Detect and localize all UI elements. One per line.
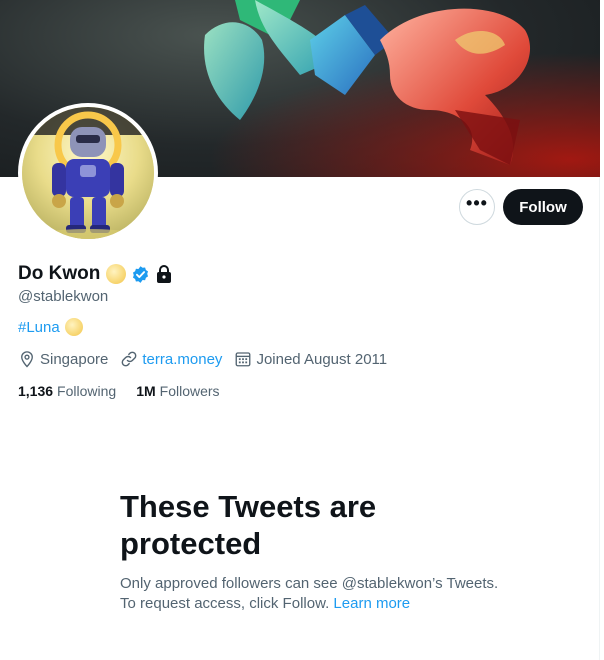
following-label: Following bbox=[57, 383, 117, 399]
more-options-label: ••• bbox=[466, 193, 488, 213]
joined-text: Joined August 2011 bbox=[256, 350, 388, 368]
verified-badge-icon[interactable] bbox=[131, 265, 150, 284]
protected-title: These Tweets are protected bbox=[120, 489, 377, 561]
location-pin-icon bbox=[21, 351, 33, 368]
profile-meta: Singapore terra.money Joined August 2011 bbox=[18, 350, 399, 368]
follow-button[interactable]: Follow bbox=[503, 189, 583, 225]
lock-icon bbox=[157, 265, 172, 283]
follow-stats: 1,136 Following 1M Followers bbox=[18, 383, 240, 399]
followers-count: 1M bbox=[136, 383, 156, 399]
display-name: Do Kwon bbox=[18, 263, 101, 284]
location-item: Singapore bbox=[18, 350, 108, 368]
name-row: Do Kwon bbox=[18, 262, 173, 286]
calendar-icon bbox=[236, 352, 251, 367]
bio: #Luna bbox=[18, 318, 83, 336]
avatar-robot-image bbox=[22, 107, 154, 239]
protected-description-text: Only approved followers can see @stablek… bbox=[120, 575, 499, 612]
profile-avatar[interactable] bbox=[18, 103, 158, 243]
more-options-button[interactable]: ••• bbox=[459, 189, 495, 225]
followers-label: Followers bbox=[159, 383, 220, 399]
learn-more-link[interactable]: Learn more bbox=[333, 595, 410, 612]
profile-page: ••• Follow Do Kwon @stablekwon #Luna Sin… bbox=[0, 0, 600, 660]
following-link[interactable]: 1,136 Following bbox=[18, 383, 116, 399]
link-icon bbox=[122, 351, 137, 367]
followers-link[interactable]: 1M Followers bbox=[136, 383, 219, 399]
joined-item: Joined August 2011 bbox=[234, 350, 387, 368]
user-handle: @stablekwon bbox=[18, 288, 109, 305]
location-text: Singapore bbox=[40, 350, 109, 368]
luna-coin-emoji bbox=[64, 318, 83, 336]
bio-hashtag-link[interactable]: #Luna bbox=[18, 319, 60, 336]
following-count: 1,136 bbox=[18, 383, 54, 399]
protected-description: Only approved followers can see @stablek… bbox=[120, 574, 500, 614]
luna-coin-emoji bbox=[106, 264, 127, 284]
website-link[interactable]: terra.money bbox=[142, 351, 222, 368]
protected-notice: These Tweets are protected Only approved… bbox=[120, 488, 500, 614]
website-item: terra.money bbox=[120, 350, 222, 368]
